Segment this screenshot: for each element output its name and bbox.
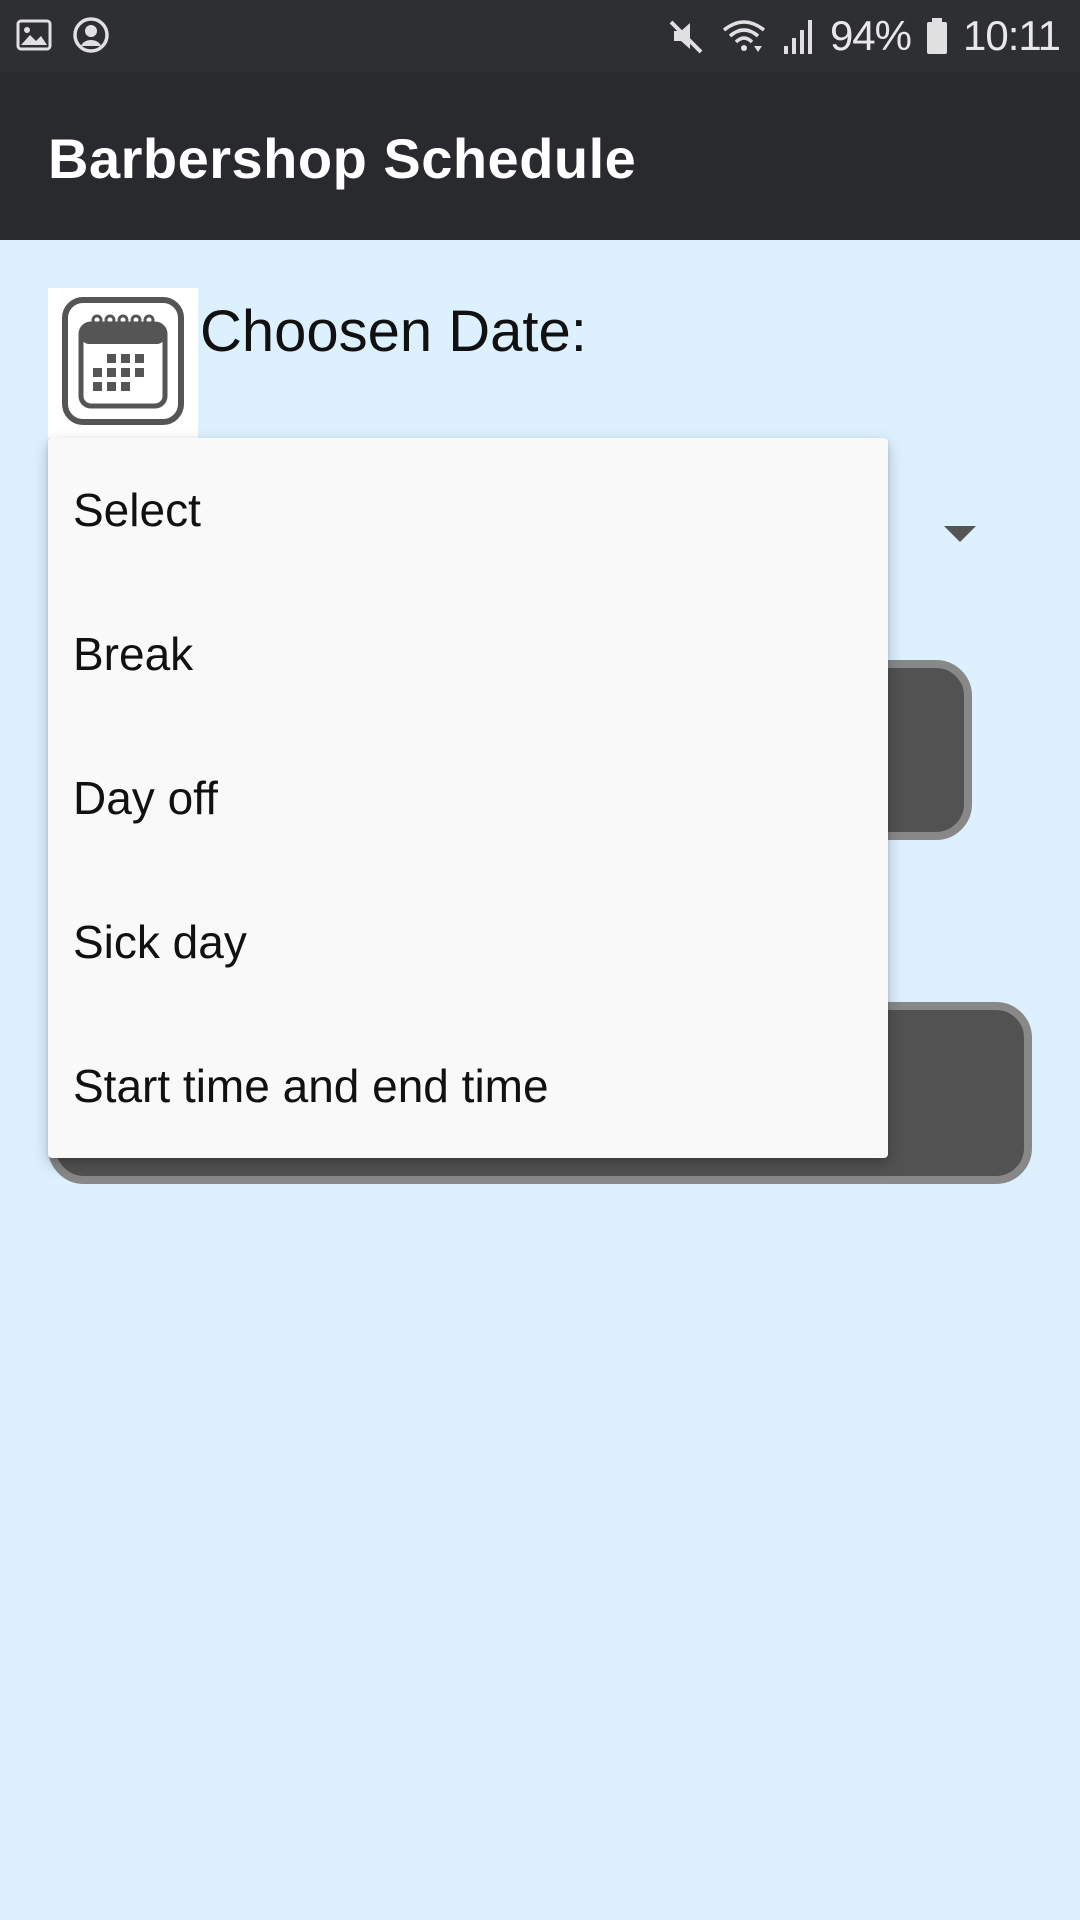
status-bar: 94% 10:11	[0, 0, 1080, 72]
status-right: 94% 10:11	[666, 0, 1061, 72]
dropdown-menu: Select Break Day off Sick day Start time…	[48, 438, 888, 1158]
image-icon	[16, 17, 52, 58]
signal-icon	[782, 16, 816, 56]
clock: 10:11	[963, 12, 1061, 59]
app-title: Barbershop Schedule	[48, 127, 637, 190]
wifi-icon	[720, 16, 768, 56]
calendar-button[interactable]	[48, 288, 198, 438]
dropdown-option-break[interactable]: Break	[48, 582, 888, 726]
chosen-date-label: Choosen Date:	[200, 299, 587, 364]
status-left	[16, 16, 110, 59]
battery-percent: 94%	[829, 12, 912, 59]
account-circle-icon	[72, 16, 110, 59]
dropdown-option-sick-day[interactable]: Sick day	[48, 870, 888, 1014]
battery-icon	[925, 16, 949, 56]
dropdown-option-start-end-time[interactable]: Start time and end time	[48, 1014, 888, 1158]
mute-icon	[666, 16, 706, 56]
dropdown-option-select[interactable]: Select	[48, 438, 888, 582]
dropdown-option-day-off[interactable]: Day off	[48, 726, 888, 870]
chevron-down-icon[interactable]	[944, 526, 976, 542]
calendar-icon	[61, 296, 185, 431]
app-bar: Barbershop Schedule	[0, 72, 1080, 240]
